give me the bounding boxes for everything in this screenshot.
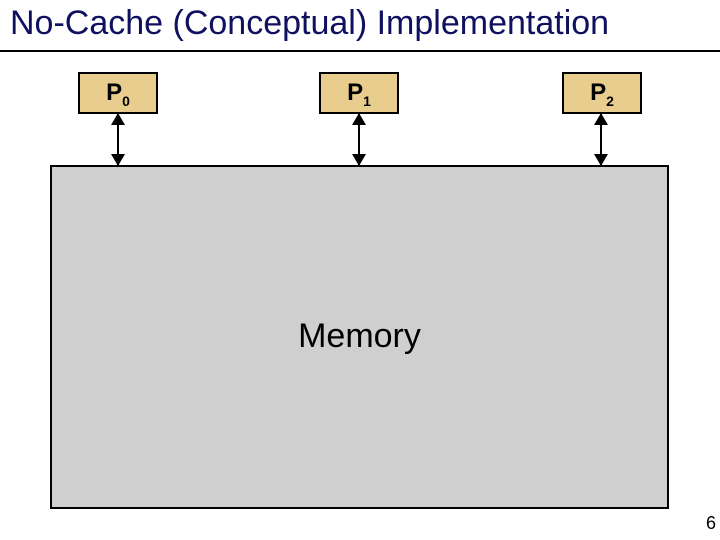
processor-p1-index: 1 bbox=[363, 93, 371, 109]
slide-title: No-Cache (Conceptual) Implementation bbox=[10, 4, 609, 43]
processor-p2-index: 2 bbox=[606, 93, 614, 109]
page-number: 6 bbox=[706, 513, 716, 534]
arrowhead-up-icon bbox=[594, 113, 608, 125]
processor-p0-index: 0 bbox=[122, 93, 130, 109]
processor-p0-letter: P bbox=[106, 79, 122, 106]
processor-p1: P1 bbox=[319, 72, 399, 114]
connector-p0-memory bbox=[117, 114, 119, 165]
memory-label: Memory bbox=[52, 317, 667, 356]
title-underline bbox=[0, 50, 720, 52]
processor-p1-letter: P bbox=[347, 79, 363, 106]
slide: No-Cache (Conceptual) Implementation P0 … bbox=[0, 0, 720, 540]
arrowhead-up-icon bbox=[111, 113, 125, 125]
processor-p2-letter: P bbox=[590, 79, 606, 106]
processor-p0: P0 bbox=[78, 72, 158, 114]
connector-p2-memory bbox=[600, 114, 602, 165]
connector-p1-memory bbox=[358, 114, 360, 165]
arrowhead-up-icon bbox=[352, 113, 366, 125]
memory-box: Memory bbox=[50, 165, 669, 509]
processor-p2: P2 bbox=[562, 72, 642, 114]
